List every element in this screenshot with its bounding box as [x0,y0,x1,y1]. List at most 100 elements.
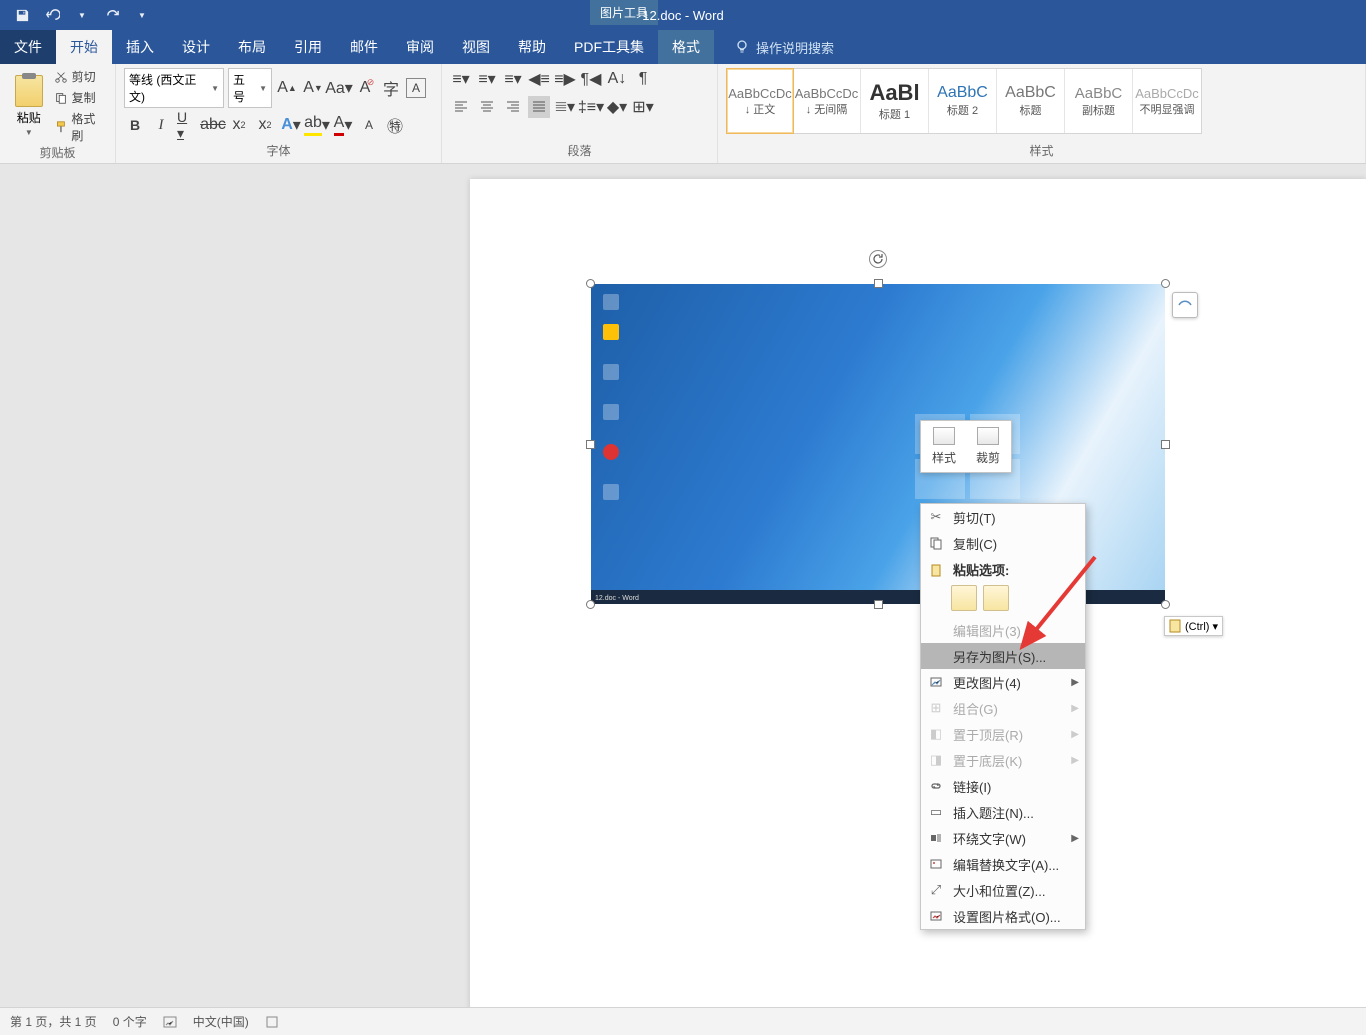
ctx-format-picture[interactable]: 设置图片格式(O)... [921,903,1085,929]
style-item-normal[interactable]: AaBbCcDc↓ 正文 [726,68,794,134]
ctx-group: ⊞组合(G)▶ [921,695,1085,721]
style-item-subtitle[interactable]: AaBbC副标题 [1065,69,1133,133]
status-language[interactable]: 中文(中国) [193,1013,249,1030]
redo-icon[interactable] [104,7,120,23]
status-proofing[interactable] [163,1015,177,1029]
format-painter-button[interactable]: 格式刷 [54,110,107,144]
ctx-copy[interactable]: 复制(C) [921,530,1085,556]
style-item-nospacing[interactable]: AaBbCcDc↓ 无间隔 [793,69,861,133]
enclose-chars-button[interactable]: ㊕ [384,114,406,136]
tab-pdf[interactable]: PDF工具集 [560,30,658,64]
resize-handle-n[interactable] [874,279,883,288]
tab-review[interactable]: 审阅 [392,30,448,64]
clear-formatting-button[interactable]: A⊘ [354,77,376,99]
ctx-link[interactable]: 链接(I) [921,773,1085,799]
paste-option-2[interactable] [983,585,1009,611]
resize-handle-nw[interactable] [586,279,595,288]
subscript-button[interactable]: x2 [228,114,250,136]
align-right-button[interactable] [502,96,524,118]
change-case-button[interactable]: Aa▾ [328,77,350,99]
style-item-title[interactable]: AaBbC标题 [997,69,1065,133]
superscript-button[interactable]: x2 [254,114,276,136]
tab-layout[interactable]: 布局 [224,30,280,64]
status-word-count[interactable]: 0 个字 [113,1013,147,1030]
cut-button[interactable]: 剪切 [54,68,107,85]
styles-gallery[interactable]: AaBbCcDc↓ 正文 AaBbCcDc↓ 无间隔 AaBl标题 1 AaBb… [726,68,1202,134]
paste-ctrl-tag[interactable]: (Ctrl) ▾ [1164,616,1223,636]
ctx-insert-caption[interactable]: ▭插入题注(N)... [921,799,1085,825]
qat-customize-icon[interactable]: ▼ [134,7,150,23]
mini-style-button[interactable]: 样式 [927,427,961,466]
resize-handle-e[interactable] [1161,440,1170,449]
resize-handle-sw[interactable] [586,600,595,609]
qat-dropdown-icon[interactable]: ▼ [74,7,90,23]
ltr-button[interactable]: ¶◀ [580,68,602,90]
tab-format[interactable]: 格式 [658,30,714,64]
tab-design[interactable]: 设计 [168,30,224,64]
status-macro[interactable] [265,1015,279,1029]
tab-mailings[interactable]: 邮件 [336,30,392,64]
style-item-heading2[interactable]: AaBbC标题 2 [929,69,997,133]
ctx-change-picture[interactable]: 更改图片(4)▶ [921,669,1085,695]
phonetic-guide-button[interactable]: 字 [380,77,402,99]
char-border-button[interactable]: A [406,78,426,98]
borders-button[interactable]: ⊞▾ [632,96,654,118]
ctx-save-as-picture[interactable]: 另存为图片(S)... [921,643,1085,669]
paste-button[interactable]: 粘贴 ▼ [8,68,50,144]
style-item-heading1[interactable]: AaBl标题 1 [861,69,929,133]
bold-button[interactable]: B [124,114,146,136]
group-clipboard: 粘贴 ▼ 剪切 复制 格式刷 剪贴板 [0,64,116,163]
shading-button[interactable]: ◆▾ [606,96,628,118]
line-spacing-button[interactable]: ‡≡▾ [580,96,602,118]
font-color-button[interactable]: A▾ [332,114,354,136]
italic-button[interactable]: I [150,114,172,136]
tab-view[interactable]: 视图 [448,30,504,64]
decrease-indent-button[interactable]: ◀≡ [528,68,550,90]
copy-button[interactable]: 复制 [54,89,107,106]
tab-home[interactable]: 开始 [56,30,112,64]
resize-handle-ne[interactable] [1161,279,1170,288]
align-center-button[interactable] [476,96,498,118]
multilevel-list-button[interactable]: ≡▾ [502,68,524,90]
shrink-font-button[interactable]: A▼ [302,77,324,99]
tell-me-search[interactable]: 操作说明搜索 [714,30,834,64]
align-left-button[interactable] [450,96,472,118]
mini-crop-button[interactable]: 裁剪 [971,427,1005,466]
status-page[interactable]: 第 1 页，共 1 页 [10,1013,97,1030]
resize-handle-w[interactable] [586,440,595,449]
char-shading-button[interactable]: A [358,114,380,136]
tab-help[interactable]: 帮助 [504,30,560,64]
ctx-edit-picture: 编辑图片(3) [921,617,1085,643]
bullets-button[interactable]: ≡▾ [450,68,472,90]
paste-option-1[interactable] [951,585,977,611]
strikethrough-button[interactable]: abc [202,114,224,136]
layout-options-button[interactable] [1172,292,1198,318]
font-name-combo[interactable]: 等线 (西文正文)▼ [124,68,224,108]
save-icon[interactable] [14,7,30,23]
increase-indent-button[interactable]: ≡▶ [554,68,576,90]
resize-handle-s[interactable] [874,600,883,609]
undo-icon[interactable] [44,7,60,23]
distributed-button[interactable]: ▾ [554,96,576,118]
ctx-cut[interactable]: ✂剪切(T) [921,504,1085,530]
sort-button[interactable]: A↓ [606,68,628,90]
ctx-wrap-text[interactable]: 环绕文字(W)▶ [921,825,1085,851]
font-size-combo[interactable]: 五号▼ [228,68,272,108]
tab-insert[interactable]: 插入 [112,30,168,64]
grow-font-button[interactable]: A▲ [276,77,298,99]
show-marks-button[interactable]: ¶ [632,68,654,90]
style-item-subtle[interactable]: AaBbCcDc不明显强调 [1133,69,1201,133]
numbering-button[interactable]: ≡▾ [476,68,498,90]
highlight-button[interactable]: ab▾ [306,114,328,136]
tab-file[interactable]: 文件 [0,30,56,64]
ctx-alt-text[interactable]: 编辑替换文字(A)... [921,851,1085,877]
rotate-handle[interactable] [869,250,887,268]
tab-references[interactable]: 引用 [280,30,336,64]
ctx-size-position[interactable]: ⤢大小和位置(Z)... [921,877,1085,903]
text-effects-button[interactable]: A▾ [280,114,302,136]
underline-button[interactable]: U ▾ [176,114,198,136]
send-back-icon: ◨ [927,751,945,769]
justify-button[interactable] [528,96,550,118]
resize-handle-se[interactable] [1161,600,1170,609]
group-clipboard-label: 剪贴板 [8,144,107,163]
